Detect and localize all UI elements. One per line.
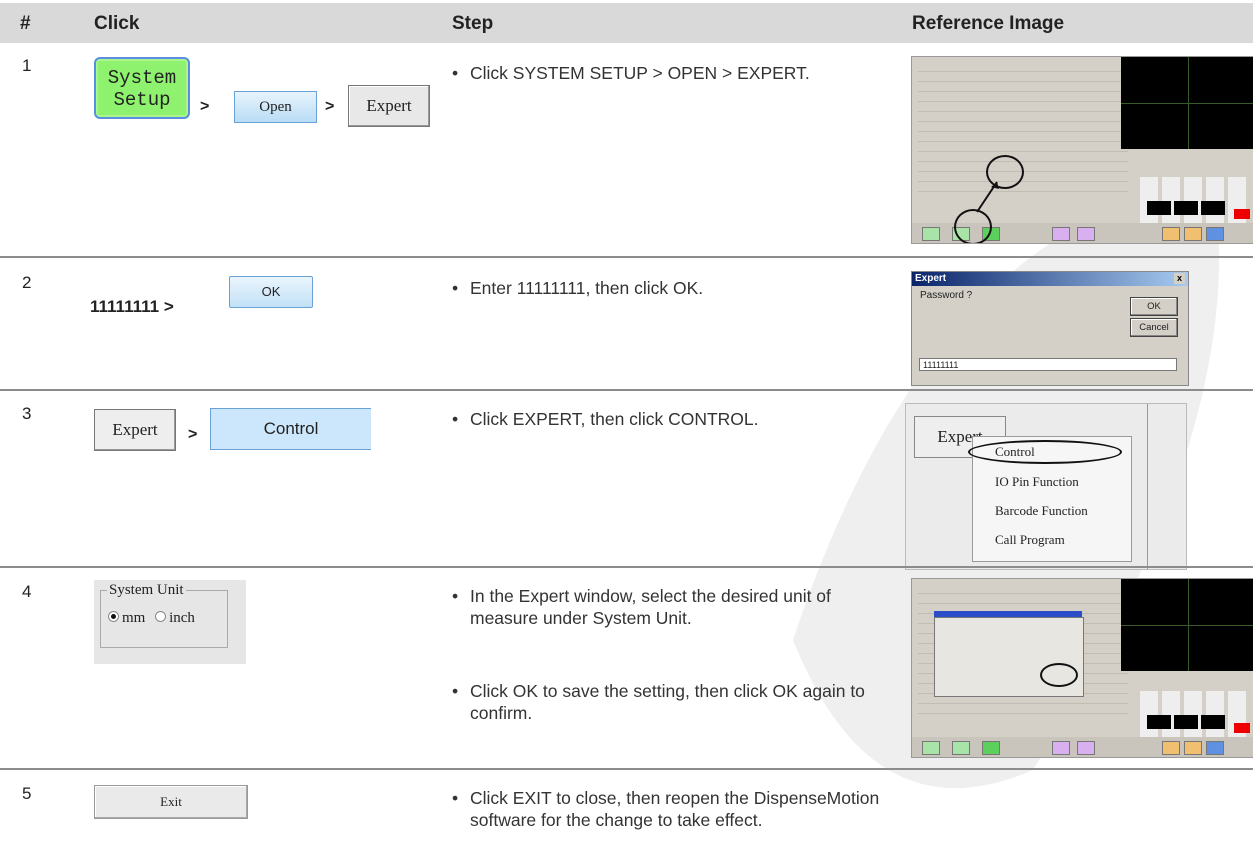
bullet-dot: • [452,278,459,298]
reference-expert-menu: Expert Control IO Pin Function Barcode F… [905,403,1187,570]
ok-button[interactable]: OK [229,276,313,308]
dialog-prompt: Password ? [920,290,973,301]
open-button[interactable]: Open [234,91,317,123]
dialog-ok-button: OK [1130,297,1178,316]
bullet-dot: • [452,63,459,83]
row-divider [0,768,1253,770]
arrow-icon [976,181,999,213]
control-menu-item[interactable]: Control [210,408,371,450]
reference-screenshot-software [911,56,1253,244]
unit-radio-mm[interactable]: mm [108,610,145,626]
exit-button[interactable]: Exit [94,785,248,819]
row-divider [0,256,1253,258]
system-setup-label-1: System [107,67,177,89]
menu-item-io-pin-function: IO Pin Function [995,474,1079,489]
step-separator: > [325,98,335,115]
unit-label-inch: inch [169,610,195,626]
system-unit-group: System Unit mm inch [94,580,246,664]
row-divider [0,566,1253,568]
step-bullet: • Click EXPERT, then click CONTROL. [452,408,892,430]
step-bullet: • Click SYSTEM SETUP > OPEN > EXPERT. [452,62,892,84]
bullet-dot: • [452,788,459,808]
expert-button[interactable]: Expert [94,409,176,451]
menu-item-barcode-function: Barcode Function [995,503,1088,518]
dialog-cancel-button: Cancel [1130,318,1178,337]
bullet-dot: • [452,409,459,429]
table-header: # Click Step Reference Image [0,3,1253,43]
row-number: 5 [22,784,32,803]
step-text: Click OK to save the setting, then click… [470,681,865,723]
header-reference-image: Reference Image [912,13,1065,34]
system-unit-label: System Unit [109,582,184,598]
expert-button[interactable]: Expert [348,85,430,127]
unit-label-mm: mm [122,610,146,626]
header-click: Click [94,13,140,34]
step-text: Click SYSTEM SETUP > OPEN > EXPERT. [470,63,810,83]
camera-view [1121,579,1253,671]
row-number: 4 [22,582,32,601]
highlight-circle [968,440,1122,464]
step-text: In the Expert window, select the desired… [470,586,831,628]
row-number: 1 [22,56,32,75]
step-separator: > [200,98,210,115]
header-step: Step [452,13,494,34]
camera-view [1121,57,1253,149]
header-num: # [20,13,31,34]
reference-screenshot-expert-window [911,578,1253,758]
highlight-circle [1040,663,1078,687]
system-setup-label-2: Setup [113,89,171,111]
row-number: 3 [22,404,32,423]
step-bullet: • Click OK to save the setting, then cli… [452,680,892,724]
system-setup-button[interactable]: System Setup [94,57,190,119]
step-text: Click EXIT to close, then reopen the Dis… [470,788,880,830]
menu-item-call-program: Call Program [995,532,1065,547]
unit-radio-inch[interactable]: inch [155,610,195,626]
step-bullet: • Click EXIT to close, then reopen the D… [452,787,892,831]
step-text: Click EXPERT, then click CONTROL. [470,409,759,429]
bullet-dot: • [452,681,459,701]
step-text: Enter 11111111, then click OK. [470,278,704,298]
bullet-dot: • [452,586,459,606]
close-icon: x [1174,273,1185,284]
row-divider [0,389,1253,391]
step-bullet: • In the Expert window, select the desir… [452,585,892,629]
dialog-password-field: 11111111 [919,358,1177,371]
step-separator: > [188,426,198,443]
dialog-titlebar: Expert x [912,272,1188,286]
step-bullet: • Enter 11111111, then click OK. [452,277,892,299]
row-number: 2 [22,273,32,292]
password-entry-text: 11111111 > [90,297,174,316]
reference-expert-password-dialog: Expert x Password ? OK Cancel 11111111 [911,271,1189,386]
